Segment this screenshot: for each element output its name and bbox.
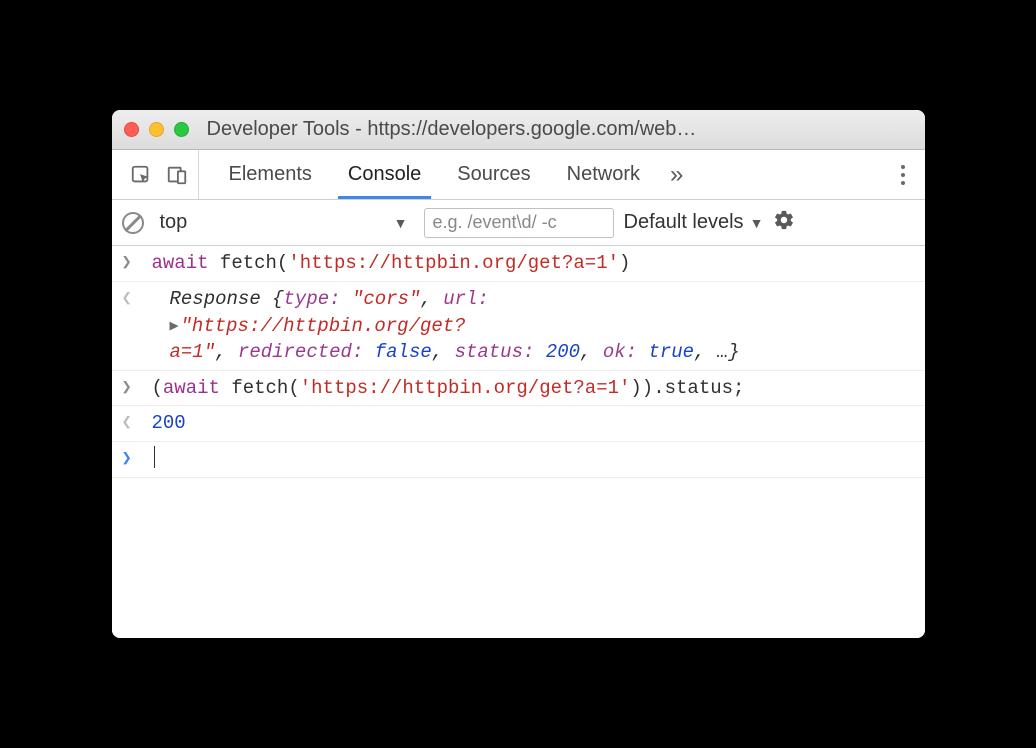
tabbar: Elements Console Sources Network » bbox=[112, 150, 925, 200]
minimize-button[interactable] bbox=[149, 122, 164, 137]
console-output-row[interactable]: ❮ Response {type: "cors", url: ▶"https:/… bbox=[112, 282, 925, 371]
expand-triangle-icon[interactable]: ▶ bbox=[170, 316, 179, 337]
input-chevron-icon: ❯ bbox=[122, 375, 152, 402]
toggle-device-icon[interactable] bbox=[166, 164, 188, 186]
close-button[interactable] bbox=[124, 122, 139, 137]
dropdown-icon: ▼ bbox=[394, 215, 408, 231]
filter-input[interactable] bbox=[424, 208, 614, 238]
input-chevron-icon: ❯ bbox=[122, 250, 152, 277]
console-output: ❯ await fetch('https://httpbin.org/get?a… bbox=[112, 246, 925, 637]
console-prompt-row[interactable]: ❯ bbox=[112, 442, 925, 478]
window-title: Developer Tools - https://developers.goo… bbox=[207, 118, 697, 141]
console-filterbar: top ▼ Default levels ▼ bbox=[112, 200, 925, 246]
devtools-window: Developer Tools - https://developers.goo… bbox=[112, 110, 925, 637]
console-code: await fetch('https://httpbin.org/get?a=1… bbox=[152, 250, 915, 277]
execution-context-select[interactable]: top ▼ bbox=[154, 211, 414, 234]
tabbar-icon-group bbox=[120, 150, 199, 199]
levels-label: Default levels bbox=[624, 211, 744, 234]
tab-more[interactable]: » bbox=[658, 161, 695, 189]
active-prompt-chevron-icon: ❯ bbox=[122, 446, 152, 473]
console-whitespace[interactable] bbox=[112, 478, 925, 638]
console-input-row[interactable]: ❯ (await fetch('https://httpbin.org/get?… bbox=[112, 371, 925, 407]
clear-console-icon[interactable] bbox=[122, 212, 144, 234]
output-chevron-icon: ❮ bbox=[122, 286, 152, 366]
context-label: top bbox=[160, 211, 188, 234]
console-result: Response {type: "cors", url: ▶"https://h… bbox=[152, 286, 915, 366]
titlebar[interactable]: Developer Tools - https://developers.goo… bbox=[112, 110, 925, 150]
tab-sources[interactable]: Sources bbox=[439, 150, 548, 199]
console-input-active[interactable] bbox=[152, 446, 915, 473]
output-chevron-icon: ❮ bbox=[122, 410, 152, 437]
tab-network[interactable]: Network bbox=[549, 150, 658, 199]
console-output-row[interactable]: ❮ 200 bbox=[112, 406, 925, 442]
gear-icon[interactable] bbox=[773, 209, 795, 236]
console-code: (await fetch('https://httpbin.org/get?a=… bbox=[152, 375, 915, 402]
console-input-row[interactable]: ❯ await fetch('https://httpbin.org/get?a… bbox=[112, 246, 925, 282]
traffic-lights bbox=[124, 122, 189, 137]
log-levels-select[interactable]: Default levels ▼ bbox=[624, 211, 764, 234]
dropdown-icon: ▼ bbox=[750, 215, 764, 231]
inspect-element-icon[interactable] bbox=[130, 164, 152, 186]
tab-console[interactable]: Console bbox=[330, 150, 439, 199]
tab-elements[interactable]: Elements bbox=[211, 150, 330, 199]
kebab-menu-icon[interactable] bbox=[889, 165, 917, 185]
maximize-button[interactable] bbox=[174, 122, 189, 137]
text-cursor bbox=[154, 446, 155, 468]
console-result: 200 bbox=[152, 410, 915, 437]
panel-tabs: Elements Console Sources Network » bbox=[199, 150, 696, 199]
